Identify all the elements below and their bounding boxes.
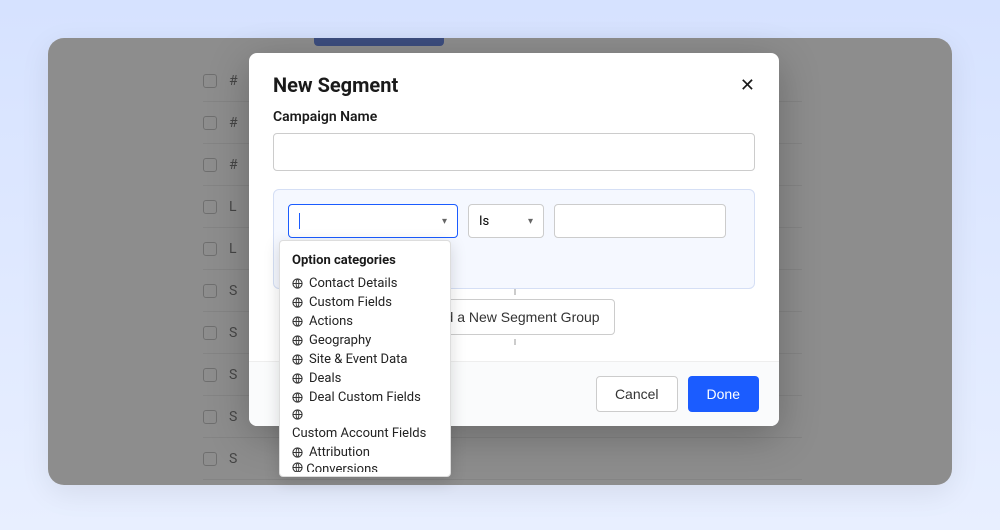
dropdown-category-item[interactable]: Actions <box>280 312 450 331</box>
chevron-down-icon: ▾ <box>528 216 533 227</box>
dropdown-item-label: Site & Event Data <box>309 352 407 367</box>
globe-icon <box>292 373 303 384</box>
dropdown-header: Option categories <box>280 249 450 274</box>
globe-icon <box>292 462 303 472</box>
dropdown-item-label: Deals <box>309 371 341 386</box>
dropdown-item-cutoff[interactable]: Conversions <box>280 462 450 472</box>
globe-icon <box>292 316 303 327</box>
text-cursor <box>299 213 300 229</box>
dropdown-category-item[interactable]: Deal Custom Fields <box>280 388 450 407</box>
dropdown-category-item[interactable]: Contact Details <box>280 274 450 293</box>
dropdown-category-item[interactable]: Custom Account Fields <box>280 407 450 443</box>
add-segment-group-label: Add a New Segment Group <box>428 309 599 325</box>
condition-field-select[interactable]: ▾ <box>288 204 458 238</box>
dropdown-item-label: Geography <box>309 333 371 348</box>
globe-icon <box>292 354 303 365</box>
operator-value: Is <box>479 214 489 229</box>
chevron-down-icon: ▾ <box>442 216 447 227</box>
dropdown-item-label: Custom Account Fields <box>292 426 426 441</box>
condition-operator-select[interactable]: Is ▾ <box>468 204 544 238</box>
dropdown-category-item[interactable]: Geography <box>280 331 450 350</box>
globe-icon <box>292 278 303 289</box>
condition-row: ▾ Is ▾ <box>288 204 740 238</box>
globe-icon <box>292 335 303 346</box>
condition-value-select[interactable] <box>554 204 726 238</box>
dropdown-item-label: Attribution <box>309 445 370 460</box>
dropdown-category-item[interactable]: Site & Event Data <box>280 350 450 369</box>
campaign-name-input[interactable] <box>273 133 755 171</box>
dropdown-category-item[interactable]: Attribution <box>280 443 450 462</box>
dropdown-item-label: Custom Fields <box>309 295 392 310</box>
modal-title: New Segment <box>273 73 398 97</box>
campaign-name-label: Campaign Name <box>273 109 755 125</box>
close-icon[interactable]: ✕ <box>740 76 755 94</box>
dropdown-category-item[interactable]: Custom Fields <box>280 293 450 312</box>
done-button[interactable]: Done <box>688 376 759 412</box>
modal-header: New Segment ✕ <box>249 53 779 109</box>
field-category-dropdown: Option categories Contact Details Custom … <box>279 240 451 477</box>
globe-icon <box>292 297 303 308</box>
globe-icon <box>292 392 303 403</box>
dropdown-item-label: Actions <box>309 314 353 329</box>
dropdown-category-item[interactable]: Deals <box>280 369 450 388</box>
globe-icon <box>292 409 303 420</box>
globe-icon <box>292 447 303 458</box>
cancel-button[interactable]: Cancel <box>596 376 678 412</box>
dropdown-item-label: Contact Details <box>309 276 397 291</box>
dropdown-item-label: Deal Custom Fields <box>309 390 421 405</box>
